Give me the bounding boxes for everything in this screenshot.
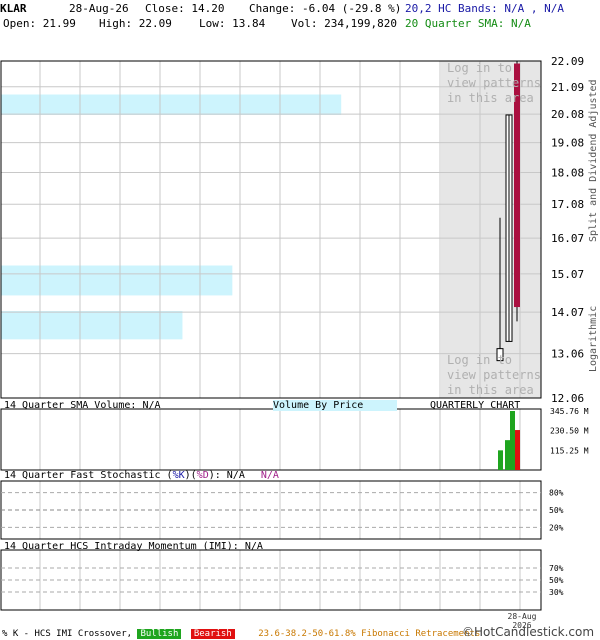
price-tick-label: 15.07 — [551, 268, 584, 281]
patterns-line: view patterns — [447, 368, 541, 382]
volume-bar-up — [510, 411, 515, 470]
volume-bar-down — [515, 430, 520, 470]
volume-bar-up — [498, 450, 503, 470]
pattern-area — [441, 61, 541, 398]
fibonacci-legend: 23.6-38.2-50-61.8% Fibonacci Retracement… — [258, 629, 481, 639]
stochastic-title-prefix: 14 Quarter Fast Stochastic ( — [4, 470, 173, 481]
price-tick-label: 21.09 — [551, 81, 584, 94]
crossover-legend-label: % K - HCS IMI Crossover, — [2, 629, 133, 639]
bullish-legend: Bullish — [137, 629, 182, 639]
bearish-legend: Bearish — [190, 629, 235, 639]
patterns-line: view patterns — [447, 76, 541, 90]
imi-tick-label: 70% — [549, 564, 564, 573]
split-adjusted-label: Split and Dividend Adjusted — [588, 79, 599, 242]
patterns-line: Log in to — [447, 353, 513, 367]
volume-by-price-bar — [1, 310, 183, 340]
volume-tick-label: 345.76 M — [550, 407, 589, 416]
patterns-message-bottom[interactable]: Log in to view patterns in this area — [447, 353, 541, 398]
stochastic-tick-label: 20% — [549, 523, 564, 532]
imi-tick-label: 30% — [549, 588, 564, 597]
volume-by-price-bar — [1, 265, 233, 296]
price-tick-label: 12.06 — [551, 392, 584, 405]
volume-by-price-bar — [1, 94, 342, 115]
stochastic-title-suffix: ): N/A — [208, 470, 245, 481]
logarithmic-label: Logarithmic — [588, 305, 599, 372]
volume-by-price-label: Volume By Price — [273, 400, 398, 411]
price-tick-label: 13.06 — [551, 348, 584, 361]
patterns-message-top[interactable]: Log in to view patterns in this area — [447, 61, 541, 106]
quarterly-chart-label: QUARTERLY CHART — [430, 400, 521, 411]
stochastic-title-mid: )( — [184, 470, 197, 481]
patterns-line: Log in to — [447, 61, 513, 75]
volume-tick-label: 230.50 M — [550, 427, 589, 436]
price-tick-label: 16.07 — [551, 232, 584, 245]
price-tick-label: 20.08 — [551, 108, 584, 121]
imi-panel-title: 14 Quarter HCS Intraday Momentum (IMI): … — [4, 541, 263, 552]
volume-panel-title: 14 Quarter SMA Volume: N/A — [4, 400, 161, 411]
stochastic-tick-label: 50% — [549, 506, 564, 515]
x-axis-date-line: 28-Aug — [507, 612, 537, 621]
footer-legend: % K - HCS IMI Crossover, Bullish Bearish… — [2, 629, 480, 640]
volume-tick-label: 115.25 M — [550, 446, 589, 455]
indicator-panel-border — [0, 408, 542, 471]
volume-bar-up — [505, 440, 510, 470]
stochastic-panel-title: 14 Quarter Fast Stochastic (%K)(%D): N/A… — [4, 470, 279, 481]
price-tick-label: 14.07 — [551, 306, 584, 319]
stochastic-d-label: %D — [196, 470, 209, 481]
stochastic-k-label: %K — [172, 470, 185, 481]
brand-watermark[interactable]: ©HotCandlestick.com — [462, 626, 594, 639]
stochastic-d-value: N/A — [260, 470, 279, 481]
imi-tick-label: 50% — [549, 576, 564, 585]
price-tick-label: 18.08 — [551, 167, 584, 180]
price-tick-label: 17.08 — [551, 198, 584, 211]
price-tick-label: 22.09 — [551, 55, 584, 68]
price-tick-label: 19.08 — [551, 137, 584, 150]
patterns-line: in this area — [447, 383, 534, 397]
stochastic-tick-label: 80% — [549, 489, 564, 498]
patterns-line: in this area — [447, 91, 534, 105]
